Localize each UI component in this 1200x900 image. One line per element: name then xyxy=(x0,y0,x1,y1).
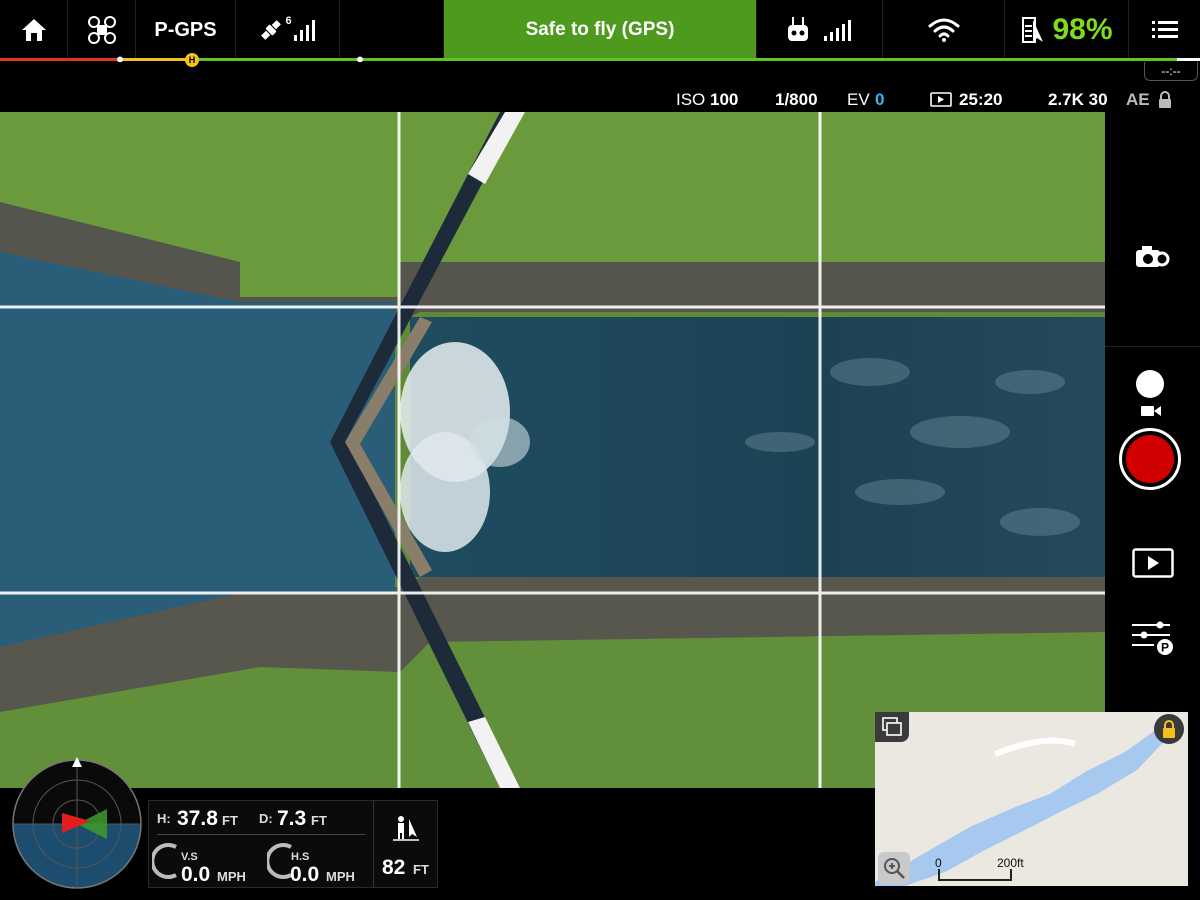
vertical-speed-label: V.S xyxy=(181,851,198,863)
vertical-speed-gauge-icon xyxy=(152,843,177,879)
attitude-indicator[interactable] xyxy=(10,757,144,891)
record-button[interactable] xyxy=(1119,428,1181,490)
scale-end-label: 200ft xyxy=(997,856,1024,870)
vertical-speed-unit: MPH xyxy=(217,869,246,884)
resolution-fps[interactable]: 2.7K 30 xyxy=(1048,90,1108,110)
playback-icon xyxy=(1132,548,1174,578)
zoom-in-icon xyxy=(884,858,905,879)
remote-controller-signal[interactable] xyxy=(757,0,883,60)
ae-lock-label[interactable]: AE xyxy=(1126,90,1150,110)
panel-divider xyxy=(1105,346,1200,347)
wifi-icon xyxy=(928,18,959,42)
height-value: 37.8 xyxy=(177,807,218,830)
battery-icon xyxy=(1022,17,1044,43)
horizontal-speed-unit: MPH xyxy=(326,869,355,884)
flight-time-bar xyxy=(0,56,1200,62)
home-button[interactable] xyxy=(0,0,68,60)
height-unit: FT xyxy=(222,813,238,828)
flight-status[interactable]: Safe to fly (GPS) xyxy=(444,0,757,60)
horizontal-speed-value: 0.0 xyxy=(290,863,320,886)
scale-start-label: 0 xyxy=(935,856,942,870)
satellite-icon xyxy=(261,20,282,40)
signal-bars-icon xyxy=(293,20,315,41)
gps-signal[interactable]: 6 xyxy=(236,0,340,60)
camera-control-panel: P xyxy=(1105,226,1200,674)
svg-text:P: P xyxy=(1161,641,1169,655)
map-zoom-button[interactable] xyxy=(878,852,910,884)
vps-height-icon xyxy=(393,816,419,841)
map-layers-icon xyxy=(882,717,902,736)
battery-status[interactable]: 98% xyxy=(1005,0,1129,60)
padlock-icon xyxy=(1163,720,1175,738)
shutter-speed[interactable]: 1/800 xyxy=(775,90,818,110)
map-scale-bar xyxy=(938,869,1012,881)
home-marker: H xyxy=(185,53,199,67)
camera-info-bar: ISO 100 1/800 EV 0 25:20 2.7K 30 AE xyxy=(0,80,1200,114)
menu-list-icon xyxy=(1151,21,1178,38)
distance-label: D: xyxy=(259,811,273,826)
radar-icon xyxy=(12,757,142,889)
horizontal-speed-label: H.S xyxy=(291,851,310,863)
topbar-spacer xyxy=(340,0,444,60)
iso-value[interactable]: 100 xyxy=(710,90,738,110)
drone-icon xyxy=(87,16,116,44)
satellite-count: 6 xyxy=(285,15,292,27)
vps-divider xyxy=(373,801,374,887)
aerial-scene-image xyxy=(0,112,1105,788)
playback-button[interactable] xyxy=(1132,548,1174,583)
top-status-bar: P-GPS 6 Safe to fly (GPS) 98% xyxy=(0,0,1200,60)
distance-unit: FT xyxy=(311,813,327,828)
video-mode-icon[interactable] xyxy=(1141,404,1161,422)
mini-map[interactable]: 0 200ft xyxy=(875,712,1188,886)
remaining-flight-time: --:-- xyxy=(1144,62,1198,81)
ev-value[interactable]: 0 xyxy=(875,90,884,110)
flight-settings-icon: P xyxy=(1132,621,1173,655)
video-signal[interactable] xyxy=(883,0,1005,60)
map-canvas xyxy=(875,712,1188,886)
battery-percent: 98% xyxy=(1052,13,1113,46)
vertical-speed-value: 0.0 xyxy=(181,863,211,886)
distance-value: 7.3 xyxy=(277,807,307,830)
remaining-record-time: 25:20 xyxy=(959,90,1003,109)
ev-label: EV xyxy=(847,90,870,109)
iso-label: ISO xyxy=(676,90,706,109)
camera-live-view[interactable] xyxy=(0,112,1105,788)
photo-mode-button[interactable] xyxy=(1136,370,1164,398)
height-label: H: xyxy=(157,811,171,826)
remote-controller-icon xyxy=(787,17,808,41)
telemetry-divider xyxy=(157,834,365,835)
vps-height-value: 82 xyxy=(382,856,406,879)
lock-icon[interactable] xyxy=(1158,91,1172,114)
vps-height-unit: FT xyxy=(413,862,429,877)
map-layers-button[interactable] xyxy=(875,712,909,742)
flight-mode-settings-button[interactable]: P xyxy=(1132,620,1176,661)
telemetry-panel: H: 37.8 FT D: 7.3 FT V.S 0.0 MPH H.S 0.0… xyxy=(148,800,438,888)
rc-signal-bars-icon xyxy=(823,20,851,41)
map-lock-button[interactable] xyxy=(1154,714,1184,744)
aircraft-status-button[interactable] xyxy=(68,0,136,60)
camera-settings-button[interactable] xyxy=(1135,244,1171,275)
record-dot xyxy=(1126,435,1174,483)
camera-settings-icon xyxy=(1136,246,1170,267)
home-icon xyxy=(21,19,46,41)
menu-button[interactable] xyxy=(1129,0,1200,60)
flight-mode[interactable]: P-GPS xyxy=(136,0,236,60)
sd-card-icon xyxy=(930,91,952,112)
